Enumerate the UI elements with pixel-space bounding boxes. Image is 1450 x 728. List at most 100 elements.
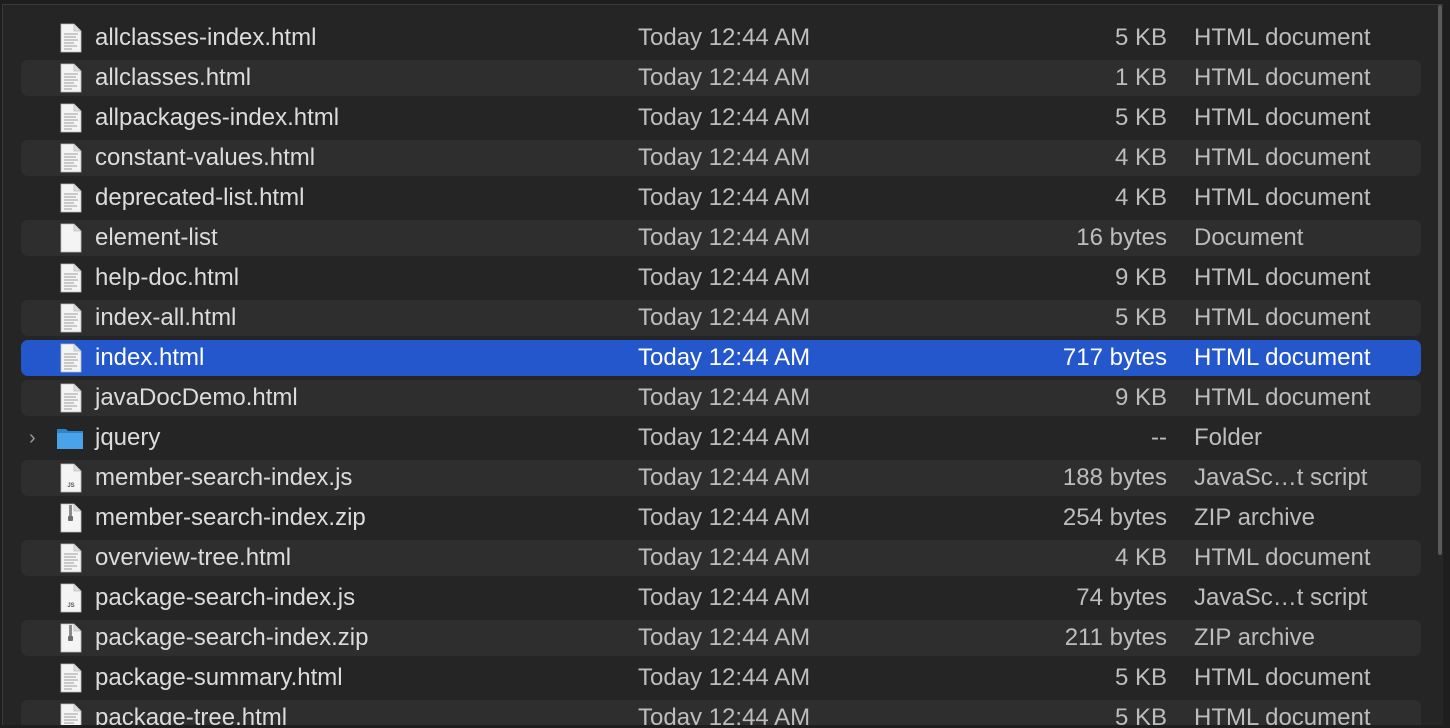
file-kind: HTML document [1194,344,1371,371]
zip-file-icon [55,623,85,653]
file-list: allclasses-index.html Today 12:44 AM 5 KB H… [3,20,1443,725]
file-row[interactable]: index-all.html Today 12:44 AM 5 KB HTML doc… [21,300,1421,336]
file-name: deprecated-list.html [95,184,305,211]
scrollbar-thumb[interactable] [1438,5,1442,555]
file-row[interactable]: element-list Today 12:44 AM 16 bytes Docume… [21,220,1421,256]
file-row[interactable]: deprecated-list.html Today 12:44 AM 4 KB HT… [21,180,1421,216]
file-list-pane[interactable]: allclasses-index.html Today 12:44 AM 5 KB H… [2,4,1443,725]
file-kind: HTML document [1194,664,1371,691]
date-modified: Today 12:44 AM [638,544,811,571]
file-kind: HTML document [1194,144,1371,171]
file-size: 9 KB [1114,384,1167,411]
file-kind: HTML document [1194,24,1371,51]
html-file-icon [55,383,85,413]
file-kind: HTML document [1194,304,1371,331]
disclosure-triangle-icon[interactable]: › [29,426,45,450]
js-badge-label: JS [67,483,74,489]
file-row[interactable]: package-tree.html Today 12:44 AM 5 KB HTML … [21,700,1421,725]
folder-icon [55,423,85,453]
file-size: 4 KB [1114,544,1167,571]
html-file-icon [55,703,85,725]
file-kind: Document [1194,224,1304,251]
file-size: 5 KB [1114,664,1167,691]
file-row[interactable]: overview-tree.html Today 12:44 AM 4 KB HTML… [21,540,1421,576]
file-name: package-tree.html [95,704,288,725]
file-size: 9 KB [1114,264,1167,291]
vertical-scrollbar[interactable] [1437,5,1443,725]
file-name: overview-tree.html [95,544,292,571]
finder-window: allclasses-index.html Today 12:44 AM 5 KB H… [0,0,1450,728]
file-name: element-list [95,224,218,251]
file-size: 5 KB [1114,104,1167,131]
date-modified: Today 12:44 AM [638,664,811,691]
file-name: allpackages-index.html [95,104,340,131]
date-modified: Today 12:44 AM [638,624,811,651]
file-name: jquery [95,424,161,451]
html-file-icon [55,183,85,213]
file-size: 254 bytes [1062,504,1167,531]
file-name: index.html [95,344,205,371]
file-row[interactable]: JS member-search-index.js Today 12:44 AM 18… [21,460,1421,496]
file-size: 4 KB [1114,184,1167,211]
html-file-icon [55,143,85,173]
blank-document-icon [55,223,85,253]
date-modified: Today 12:44 AM [638,424,811,451]
file-kind: HTML document [1194,384,1371,411]
file-name: index-all.html [95,304,237,331]
file-kind: HTML document [1194,544,1371,571]
file-name: allclasses.html [95,64,252,91]
file-kind: JavaSc…t script [1194,464,1368,491]
file-name: member-search-index.zip [95,504,366,531]
html-file-icon [55,543,85,573]
file-kind: ZIP archive [1194,504,1315,531]
file-size: 74 bytes [1076,584,1167,611]
file-row[interactable]: allclasses.html Today 12:44 AM 1 KB HTML do… [21,60,1421,96]
html-file-icon [55,103,85,133]
date-modified: Today 12:44 AM [638,584,811,611]
file-size: 188 bytes [1062,464,1167,491]
file-row[interactable]: help-doc.html Today 12:44 AM 9 KB HTML docu… [21,260,1421,296]
date-modified: Today 12:44 AM [638,104,811,131]
file-row[interactable]: allpackages-index.html Today 12:44 AM 5 KB… [21,100,1421,136]
zip-file-icon [55,503,85,533]
date-modified: Today 12:44 AM [638,344,811,371]
file-row[interactable]: index.html Today 12:44 AM 717 bytes HTML do… [21,340,1421,376]
html-file-icon [55,303,85,333]
file-size: 717 bytes [1062,344,1167,371]
file-row[interactable]: constant-values.html Today 12:44 AM 4 KB HT… [21,140,1421,176]
html-file-icon [55,23,85,53]
file-name: member-search-index.js [95,464,353,491]
date-modified: Today 12:44 AM [638,24,811,51]
file-row[interactable]: package-summary.html Today 12:44 AM 5 KB HT… [21,660,1421,696]
html-file-icon [55,63,85,93]
file-row[interactable]: allclasses-index.html Today 12:44 AM 5 KB H… [21,20,1421,56]
file-size: 5 KB [1114,24,1167,51]
file-row[interactable]: package-search-index.zip Today 12:44 AM 21… [21,620,1421,656]
file-kind: JavaSc…t script [1194,584,1368,611]
file-name: allclasses-index.html [95,24,317,51]
file-kind: HTML document [1194,704,1371,725]
file-row[interactable]: member-search-index.zip Today 12:44 AM 254… [21,500,1421,536]
js-file-icon: JS [55,463,85,493]
date-modified: Today 12:44 AM [638,64,811,91]
file-name: package-search-index.zip [95,624,369,651]
file-name: constant-values.html [95,144,316,171]
html-file-icon [55,343,85,373]
file-name: help-doc.html [95,264,240,291]
date-modified: Today 12:44 AM [638,464,811,491]
file-name: package-search-index.js [95,584,356,611]
file-size: 4 KB [1114,144,1167,171]
file-kind: HTML document [1194,184,1371,211]
file-row[interactable]: JS package-search-index.js Today 12:44 AM 7… [21,580,1421,616]
file-kind: HTML document [1194,264,1371,291]
file-size: 1 KB [1114,64,1167,91]
file-size: 5 KB [1114,704,1167,725]
file-row[interactable]: › jquery Today 12:44 AM -- Folder [21,420,1421,456]
file-name: javaDocDemo.html [95,384,298,411]
date-modified: Today 12:44 AM [638,704,811,725]
html-file-icon [55,663,85,693]
file-row[interactable]: javaDocDemo.html Today 12:44 AM 9 KB HTML d… [21,380,1421,416]
date-modified: Today 12:44 AM [638,264,811,291]
file-size: 211 bytes [1064,624,1167,651]
file-size: -- [1151,424,1167,451]
